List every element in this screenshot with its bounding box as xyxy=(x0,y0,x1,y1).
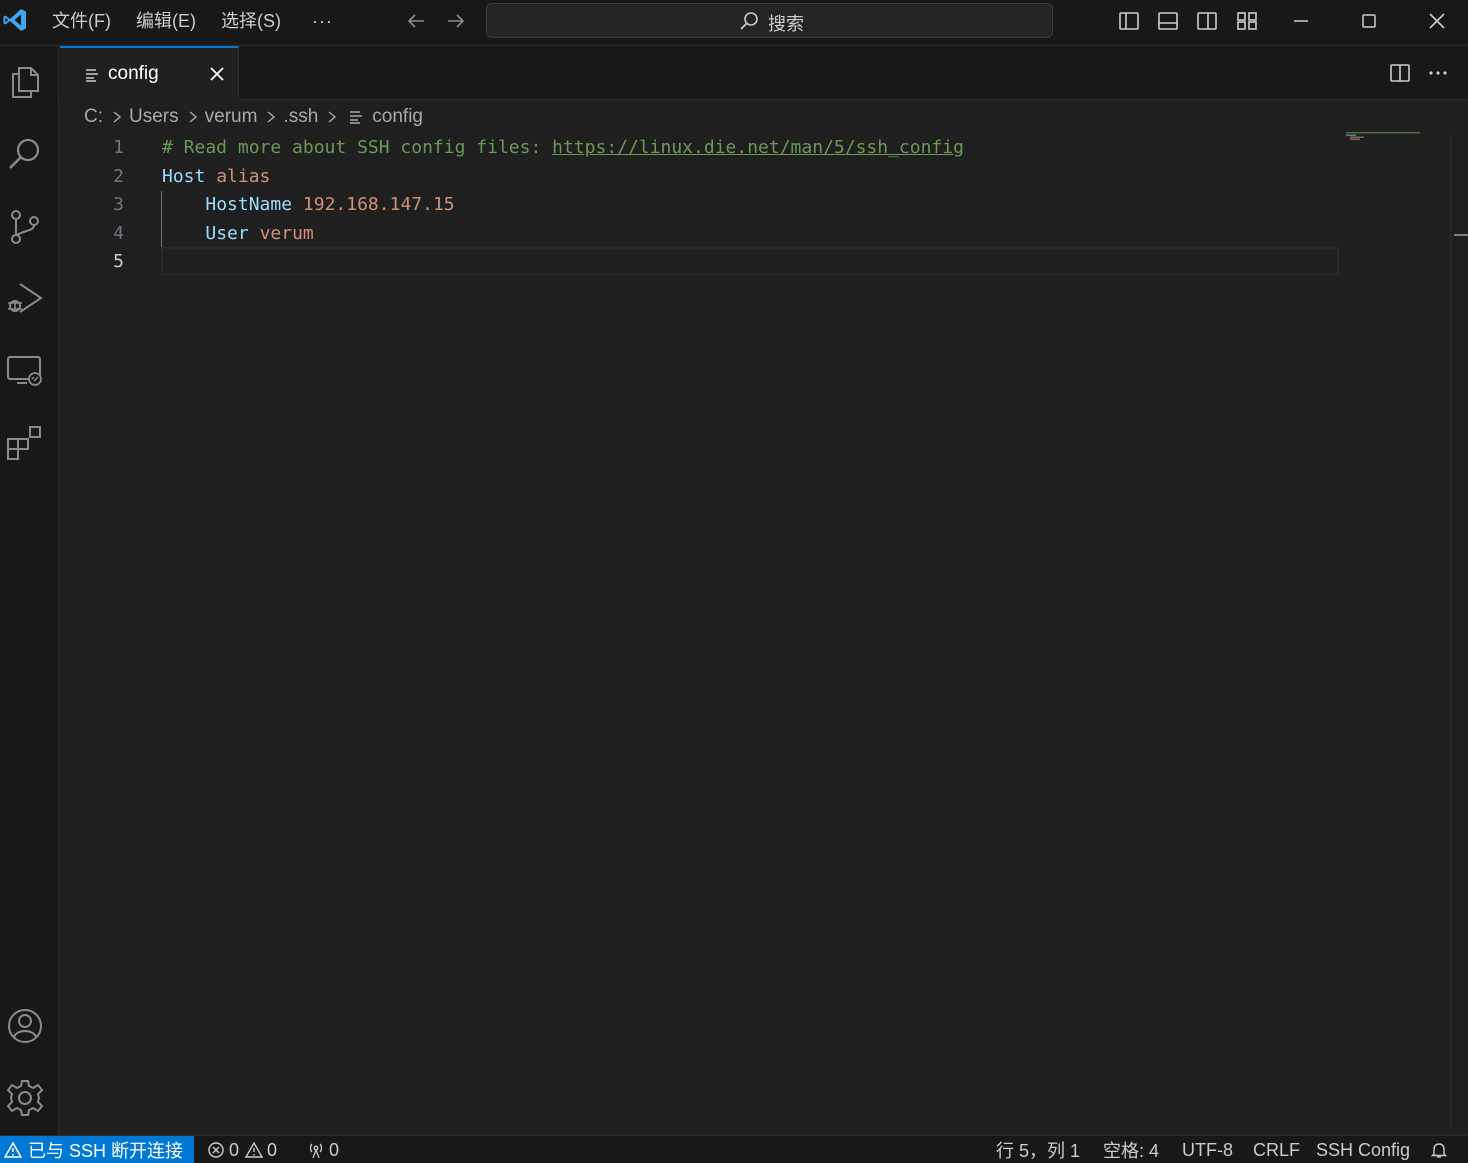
bell-icon xyxy=(1430,1143,1448,1158)
breadcrumb-users[interactable]: Users xyxy=(129,106,179,128)
antenna-icon xyxy=(309,1143,323,1159)
indentation-setting[interactable]: 空格: 4 xyxy=(1103,1136,1159,1163)
problems-indicator[interactable]: 0 0 xyxy=(207,1136,277,1163)
code-token: Host xyxy=(162,165,206,187)
arrow-right-icon[interactable] xyxy=(446,11,466,31)
vscode-logo-icon xyxy=(3,9,26,31)
cursor-position[interactable]: 行 5，列 1 xyxy=(996,1136,1080,1163)
activity-bar xyxy=(0,46,59,1135)
search-label: 搜索 xyxy=(768,14,804,34)
chevron-right-icon xyxy=(113,111,122,123)
manage-gear-icon[interactable] xyxy=(5,1078,45,1118)
code-token: HostName xyxy=(205,194,293,215)
cursor-position-marker xyxy=(1454,234,1468,236)
search-icon[interactable] xyxy=(5,134,45,174)
title-bar: 文件(F) 编辑(E) 选择(S) ··· 搜索 xyxy=(0,0,1468,46)
language-mode[interactable]: SSH Config xyxy=(1316,1136,1410,1163)
code-link[interactable]: https://linux.die.net/man/5/ssh_config xyxy=(552,137,964,158)
minimap[interactable] xyxy=(1344,132,1424,144)
code-token: alias xyxy=(216,165,271,187)
error-icon xyxy=(208,1142,224,1158)
chevron-right-icon xyxy=(189,111,197,123)
code-editor[interactable]: 1 # Read more about SSH config files: htt… xyxy=(60,134,1450,1134)
file-lines-icon xyxy=(350,111,363,124)
code-token: verum xyxy=(259,222,314,244)
code-token: User xyxy=(205,222,249,244)
code-line[interactable]: 5 xyxy=(60,248,1360,276)
customize-layout-icon[interactable] xyxy=(1236,10,1258,32)
breadcrumb-file[interactable]: config xyxy=(372,106,423,128)
line-content: Host alias xyxy=(162,163,270,191)
breadcrumb-ssh-folder[interactable]: .ssh xyxy=(283,106,318,128)
status-bar: 已与 SSH 断开连接 0 0 0 行 5，列 1 空格: 4 UTF-8 CR… xyxy=(0,1135,1468,1163)
menu-file[interactable]: 文件(F) xyxy=(52,9,111,33)
menu-selection[interactable]: 选择(S) xyxy=(221,9,281,33)
line-content: User verum xyxy=(162,220,314,248)
account-icon[interactable] xyxy=(5,1006,45,1046)
close-icon[interactable] xyxy=(207,64,227,84)
breadcrumb-user-folder[interactable]: verum xyxy=(205,106,258,128)
command-center-search[interactable]: 搜索 xyxy=(486,3,1053,38)
toggle-secondary-sidebar-icon[interactable] xyxy=(1196,10,1218,32)
warning-icon xyxy=(4,1141,22,1158)
close-window-icon[interactable] xyxy=(1426,10,1448,32)
warning-icon xyxy=(245,1141,264,1158)
remote-explorer-icon[interactable] xyxy=(5,350,45,390)
line-number: 1 xyxy=(113,137,124,158)
search-icon xyxy=(740,12,758,30)
line-content: HostName 192.168.147.15 xyxy=(162,191,455,219)
extensions-icon[interactable] xyxy=(5,422,45,462)
breadcrumb: C: Users verum .ssh config xyxy=(84,104,423,130)
code-line[interactable]: 4 User verum xyxy=(60,220,1360,248)
toggle-panel-icon[interactable] xyxy=(1157,10,1179,32)
code-token: 192.168.147.15 xyxy=(302,194,455,215)
ports-count: 0 xyxy=(329,1139,340,1160)
warning-count: 0 xyxy=(267,1139,278,1160)
toggle-primary-sidebar-icon[interactable] xyxy=(1118,10,1140,32)
tab-label: config xyxy=(108,63,159,84)
code-token: # Read more about SSH config files: xyxy=(162,137,553,158)
split-editor-icon[interactable] xyxy=(1389,62,1411,84)
breadcrumb-drive[interactable]: C: xyxy=(84,106,103,128)
line-number: 2 xyxy=(113,165,124,187)
chevron-right-icon xyxy=(267,111,276,123)
code-line[interactable]: 3 HostName 192.168.147.15 xyxy=(60,191,1360,219)
chevron-right-icon xyxy=(328,111,337,123)
source-control-icon[interactable] xyxy=(5,206,45,246)
forwarded-ports-indicator[interactable]: 0 xyxy=(307,1136,339,1163)
line-number: 4 xyxy=(113,222,124,244)
vertical-scrollbar[interactable] xyxy=(1450,132,1468,1132)
code-line[interactable]: 2 Host alias xyxy=(60,163,1360,191)
run-debug-icon[interactable] xyxy=(5,278,45,318)
line-number: 3 xyxy=(113,194,124,215)
remote-status-text: 已与 SSH 断开连接 xyxy=(28,1141,184,1161)
end-of-line[interactable]: CRLF xyxy=(1253,1136,1300,1163)
editor-tab-bar: config xyxy=(59,46,1468,100)
code-line[interactable]: 1 # Read more about SSH config files: htt… xyxy=(60,134,1360,162)
remote-indicator[interactable]: 已与 SSH 断开连接 xyxy=(0,1136,194,1163)
tab-config[interactable]: config xyxy=(60,46,239,100)
maximize-icon[interactable] xyxy=(1358,10,1380,32)
line-number: 5 xyxy=(113,251,124,272)
menu-edit[interactable]: 编辑(E) xyxy=(136,9,196,33)
error-count: 0 xyxy=(229,1139,240,1160)
menu-more[interactable]: ··· xyxy=(312,9,333,33)
notifications-bell-icon[interactable] xyxy=(1430,1136,1452,1163)
file-encoding[interactable]: UTF-8 xyxy=(1182,1136,1233,1163)
line-content: # Read more about SSH config files: http… xyxy=(162,134,964,162)
arrow-left-icon[interactable] xyxy=(406,11,426,31)
file-lines-icon xyxy=(86,69,98,82)
explorer-icon[interactable] xyxy=(5,62,45,102)
more-actions-icon[interactable] xyxy=(1427,62,1449,84)
minimize-icon[interactable] xyxy=(1290,10,1312,32)
